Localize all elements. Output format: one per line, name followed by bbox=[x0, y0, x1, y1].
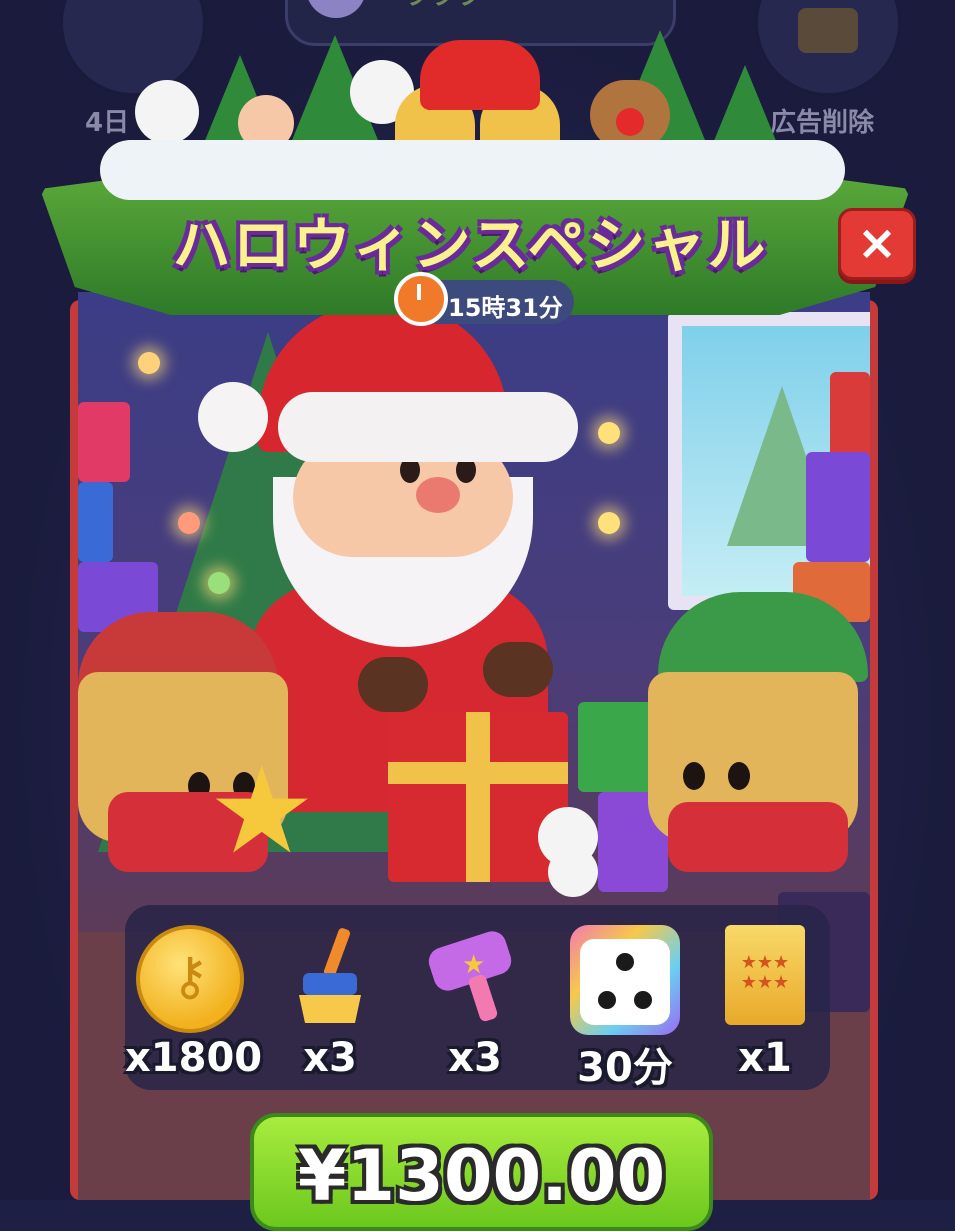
gift-decoration bbox=[578, 702, 658, 792]
snowman-decoration bbox=[135, 80, 199, 144]
elf-body bbox=[668, 802, 848, 872]
light-decoration bbox=[598, 422, 620, 444]
light-decoration bbox=[208, 572, 230, 594]
snow-decoration bbox=[100, 140, 845, 200]
energy-event-label: 4日 bbox=[85, 108, 130, 138]
gift-decoration bbox=[830, 372, 870, 462]
reward-label: x3 bbox=[303, 1035, 357, 1081]
santa-nose bbox=[416, 477, 460, 513]
reward-item: ★★★ ★★★ x1 bbox=[710, 925, 820, 1085]
santa-glove bbox=[358, 657, 428, 712]
rewards-panel: ⚷ x1800 x3 ★ x3 30分 ★★★ ★★★ x1 bbox=[125, 905, 830, 1091]
light-decoration bbox=[178, 512, 200, 534]
close-icon: × bbox=[856, 215, 898, 271]
countdown-timer: 15時31分 bbox=[394, 272, 574, 326]
hammer-icon: ★ bbox=[428, 931, 512, 1022]
dice-icon bbox=[570, 925, 680, 1035]
broom-icon bbox=[299, 928, 361, 1023]
top-pill-text: ラララ bbox=[403, 0, 481, 12]
reward-label: x1800 bbox=[125, 1035, 263, 1081]
purchase-button[interactable]: ¥1300.00 bbox=[250, 1113, 713, 1231]
close-button[interactable]: × bbox=[838, 208, 916, 280]
gift-decoration bbox=[806, 452, 870, 562]
reward-label: x3 bbox=[448, 1035, 502, 1081]
reward-item: ⚷ x1800 bbox=[125, 925, 263, 1085]
light-decoration bbox=[598, 512, 620, 534]
big-gift-decoration bbox=[388, 712, 568, 882]
ribbon-bow-decoration bbox=[420, 40, 540, 110]
snowman-decoration bbox=[548, 847, 598, 897]
reward-item: x3 bbox=[275, 925, 385, 1085]
santa-pompom bbox=[198, 382, 268, 452]
gift-decoration bbox=[78, 402, 130, 482]
elf-eye bbox=[728, 762, 750, 790]
reward-item: 30分 bbox=[560, 925, 690, 1091]
ads-icon bbox=[798, 8, 858, 53]
reward-label: 30分 bbox=[577, 1045, 673, 1091]
price-label: ¥1300.00 bbox=[297, 1135, 666, 1217]
offer-title: ハロウィンスペシャル bbox=[172, 211, 768, 279]
light-decoration bbox=[138, 352, 160, 374]
santa-glove bbox=[483, 642, 553, 697]
elf-eye bbox=[683, 762, 705, 790]
coin-icon: ⚷ bbox=[136, 925, 244, 1033]
gift-decoration bbox=[78, 482, 113, 562]
timer-text: 15時31分 bbox=[448, 294, 563, 322]
santa-hat-brim bbox=[278, 392, 578, 462]
reward-item: ★ x3 bbox=[415, 925, 535, 1085]
star-decoration: ★ bbox=[208, 742, 316, 881]
sticker-pack-icon: ★★★ ★★★ bbox=[725, 925, 805, 1025]
stopwatch-icon bbox=[394, 272, 448, 326]
avatar bbox=[306, 0, 366, 18]
reward-label: x1 bbox=[738, 1035, 792, 1081]
